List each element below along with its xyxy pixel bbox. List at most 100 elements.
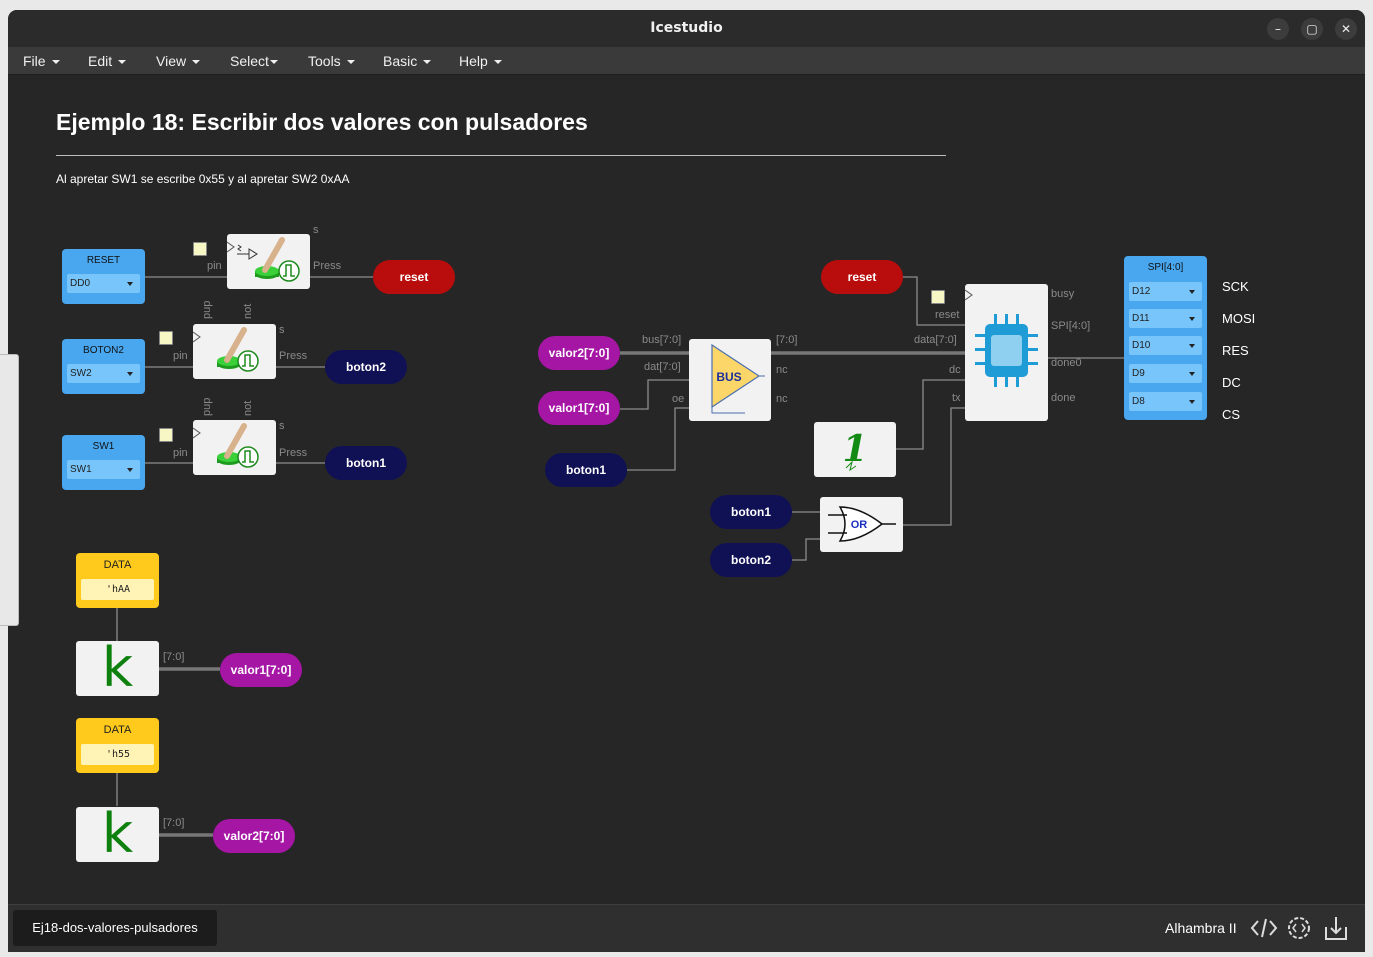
constant-one-block[interactable]: 1: [814, 422, 896, 477]
label-reset[interactable]: reset: [373, 260, 455, 294]
menu-basic[interactable]: Basic: [383, 53, 432, 69]
settings-code-icon[interactable]: [1284, 913, 1314, 943]
port-label: Press: [313, 260, 342, 272]
one-label: 1: [842, 428, 867, 470]
code-icon[interactable]: [1249, 913, 1279, 943]
clock-input: [193, 242, 207, 256]
input-boton2[interactable]: BOTON2 SW2: [62, 339, 145, 394]
label-boton1[interactable]: boton1: [710, 495, 792, 529]
pin-name-dc: DC: [1222, 375, 1241, 390]
chevron-down-icon: [127, 372, 133, 376]
chevron-down-icon: [1189, 344, 1195, 348]
pin-select[interactable]: D11: [1129, 309, 1202, 328]
chevron-down-icon: [127, 468, 133, 472]
pin-select[interactable]: D12: [1129, 282, 1202, 301]
port-label: tx: [952, 392, 961, 404]
constant-k-block[interactable]: k: [76, 636, 159, 699]
chevron-down-icon: [1189, 400, 1195, 404]
label-boton1[interactable]: boton1: [545, 453, 627, 487]
input-sw1[interactable]: SW1 SW1: [62, 435, 145, 490]
wires: [116, 276, 1124, 837]
constant-label: DATA: [103, 724, 132, 736]
button-block-reset[interactable]: [226, 234, 310, 289]
pin-select[interactable]: D8: [1129, 392, 1202, 411]
clock-input: [159, 428, 173, 442]
minimize-button[interactable]: –: [1267, 18, 1289, 40]
pin-name-sck: SCK: [1222, 279, 1249, 294]
label-valor1[interactable]: valor1[7:0]: [538, 391, 620, 425]
port-label: dc: [949, 364, 961, 376]
maximize-button[interactable]: ▢: [1301, 18, 1323, 40]
chevron-down-icon: [127, 282, 133, 286]
pin-select[interactable]: SW2: [67, 364, 140, 383]
chevron-down-icon: [493, 60, 502, 65]
bus-block[interactable]: BUS: [689, 339, 771, 421]
port-label: dat[7:0]: [644, 361, 681, 373]
chevron-down-icon: [192, 60, 201, 65]
menu-view[interactable]: View: [156, 53, 201, 69]
menu-tools[interactable]: Tools: [308, 53, 355, 69]
label-valor2[interactable]: valor2[7:0]: [538, 336, 620, 370]
k-icon: k: [101, 636, 134, 699]
menu-edit[interactable]: Edit: [88, 53, 127, 69]
chevron-down-icon: [1189, 372, 1195, 376]
constant-value[interactable]: 'hAA: [81, 579, 154, 600]
board-name[interactable]: Alhambra II: [1165, 920, 1237, 936]
spi-module-block[interactable]: [964, 284, 1048, 421]
chevron-down-icon: [1189, 290, 1195, 294]
chevron-down-icon: [118, 60, 127, 65]
port-label: pin: [207, 260, 222, 272]
port-label: not: [242, 400, 254, 416]
or-label: OR: [851, 519, 868, 531]
output-spi[interactable]: SPI[4:0] D12 D11 D10 D9 D8: [1124, 256, 1207, 420]
label-boton1[interactable]: boton1: [325, 446, 407, 480]
label-valor2[interactable]: valor2[7:0]: [213, 819, 295, 853]
bus-icon: BUS: [711, 343, 765, 414]
title-bar: Icestudio – ▢ ✕: [8, 10, 1365, 47]
pin-name-mosi: MOSI: [1222, 311, 1256, 326]
button-block-boton2[interactable]: [192, 324, 276, 379]
constant-data-55[interactable]: DATA 'h55: [76, 718, 159, 773]
button-icon: [226, 237, 300, 282]
status-bar: Ej18-dos-valores-pulsadores Alhambra II: [8, 904, 1365, 952]
constant-value[interactable]: 'h55: [81, 744, 154, 765]
chevron-down-icon: [423, 60, 432, 65]
button-block-boton1[interactable]: [192, 420, 276, 475]
pin-select[interactable]: DD0: [67, 274, 140, 293]
port-label: not: [242, 303, 254, 319]
chevron-down-icon: [1189, 317, 1195, 321]
port-label: pin: [173, 350, 188, 362]
port-label: nc: [776, 364, 788, 376]
clock-input: [931, 290, 945, 304]
clock-input: [159, 331, 173, 345]
close-button[interactable]: ✕: [1335, 18, 1357, 40]
or-gate-block[interactable]: OR: [820, 497, 903, 552]
label-reset[interactable]: reset: [821, 260, 903, 294]
port-label: pup: [201, 397, 213, 416]
menu-select[interactable]: Select: [230, 53, 278, 69]
file-tab[interactable]: Ej18-dos-valores-pulsadores: [13, 910, 217, 946]
label-valor1[interactable]: valor1[7:0]: [220, 653, 302, 687]
port-label: s: [279, 324, 285, 336]
label-boton2[interactable]: boton2: [710, 543, 792, 577]
pin-select[interactable]: D9: [1129, 364, 1202, 383]
design-canvas[interactable]: Ejemplo 18: Escribir dos valores con pul…: [8, 75, 1365, 904]
one-icon: 1: [842, 428, 868, 472]
k-icon: k: [101, 802, 134, 865]
menu-help[interactable]: Help: [459, 53, 502, 69]
or-gate-icon: OR: [828, 506, 896, 542]
port-label: Press: [279, 447, 308, 459]
label-boton2[interactable]: boton2: [325, 350, 407, 384]
pin-select[interactable]: D10: [1129, 336, 1202, 355]
button-icon: [192, 423, 259, 468]
window-title: Icestudio: [650, 20, 723, 36]
menu-bar: File Edit View Select Tools Basic Help: [8, 47, 1365, 75]
upload-icon[interactable]: [1321, 913, 1351, 943]
port-label: s: [313, 224, 319, 236]
input-reset[interactable]: RESET DD0: [62, 249, 145, 304]
pin-name-cs: CS: [1222, 407, 1241, 422]
pin-select[interactable]: SW1: [67, 460, 140, 479]
constant-data-aa[interactable]: DATA 'hAA: [76, 553, 159, 608]
menu-file[interactable]: File: [23, 53, 60, 69]
constant-k-block[interactable]: k: [76, 802, 159, 865]
